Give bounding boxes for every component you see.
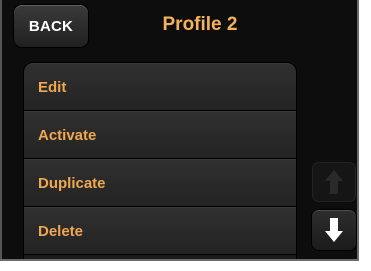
back-button[interactable]: BACK [14, 5, 88, 47]
arrow-down-icon [325, 218, 343, 242]
back-button-label: BACK [28, 17, 74, 35]
menu-item-label: Duplicate [38, 174, 106, 192]
menu-item-delete[interactable]: Delete [24, 207, 296, 255]
scroll-up-button[interactable] [312, 162, 356, 202]
menu-item-label: Activate [38, 126, 97, 144]
page-title: Profile 2 [162, 14, 238, 35]
menu-item-label: Delete [38, 222, 84, 240]
screen-frame-edge [0, 0, 2, 259]
profile-action-menu: Edit Activate Duplicate Delete [24, 63, 296, 259]
scroll-down-button[interactable] [312, 210, 356, 250]
device-screen: BACK Profile 2 Edit Activate Duplicate D… [0, 0, 359, 261]
menu-item-duplicate[interactable]: Duplicate [24, 159, 296, 207]
menu-item-edit[interactable]: Edit [24, 63, 296, 111]
menu-item-activate[interactable]: Activate [24, 111, 296, 159]
menu-item-label: Edit [38, 78, 67, 96]
arrow-up-icon [325, 170, 343, 194]
